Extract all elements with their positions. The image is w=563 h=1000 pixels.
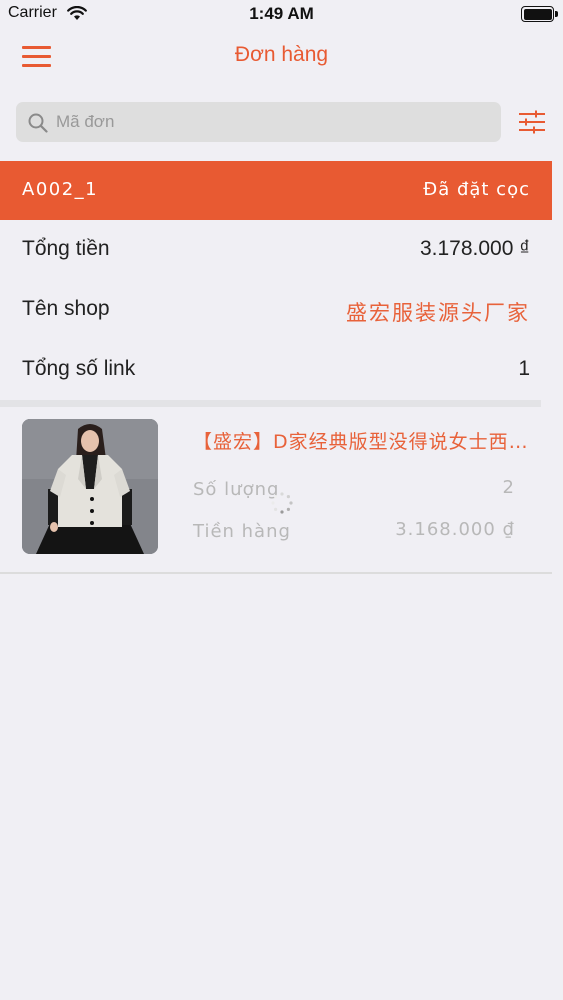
shop-name-label: Tên shop — [22, 297, 110, 320]
shop-name-row: Tên shop 盛宏服装源头厂家 — [0, 280, 552, 340]
link-count-label: Tổng số link — [22, 357, 136, 380]
total-amount-row: Tổng tiền 3.178.000 ₫ — [0, 220, 552, 280]
navigation-bar: Đơn hàng — [0, 30, 563, 86]
product-item[interactable]: 【盛宏】D家经典版型没得说女士西装外套 Số lượng 2 Tiền hàng… — [0, 407, 552, 572]
product-photo — [22, 419, 158, 554]
search-input[interactable] — [56, 102, 486, 142]
order-list-screen: Carrier 1:49 AM Đơn hàng Mã đơn A002_1 Đ… — [0, 0, 563, 1000]
link-count-row: Tổng số link 1 — [0, 340, 552, 400]
total-amount-label: Tổng tiền — [22, 237, 110, 260]
battery-icon — [521, 6, 558, 22]
product-title[interactable]: 【盛宏】D家经典版型没得说女士西装外套 — [193, 427, 533, 454]
quantity-value: 2 — [502, 477, 515, 498]
search-bar — [16, 102, 501, 142]
product-image[interactable] — [22, 419, 158, 554]
order-code: A002_1 — [22, 179, 99, 200]
status-bar: Carrier 1:49 AM — [0, 0, 563, 30]
section-divider — [0, 400, 541, 407]
goods-amount-value: 3.168.000 ₫ — [395, 519, 515, 540]
goods-amount-label: Tiền hàng — [193, 521, 291, 542]
total-amount-value: 3.178.000 ₫ — [419, 237, 530, 260]
search-icon — [28, 113, 48, 133]
shop-name-value[interactable]: 盛宏服装源头厂家 — [346, 297, 530, 327]
filter-sliders-icon[interactable] — [518, 110, 546, 134]
order-status: Đã đặt cọc — [423, 179, 530, 200]
order-header[interactable]: A002_1 Đã đặt cọc — [0, 161, 552, 220]
status-time: 1:49 AM — [249, 4, 314, 23]
page-title: Đơn hàng — [234, 43, 329, 66]
loading-spinner-icon — [271, 492, 293, 514]
quantity-label: Số lượng — [193, 479, 280, 500]
item-divider — [0, 572, 552, 574]
link-count-value: 1 — [518, 357, 530, 380]
